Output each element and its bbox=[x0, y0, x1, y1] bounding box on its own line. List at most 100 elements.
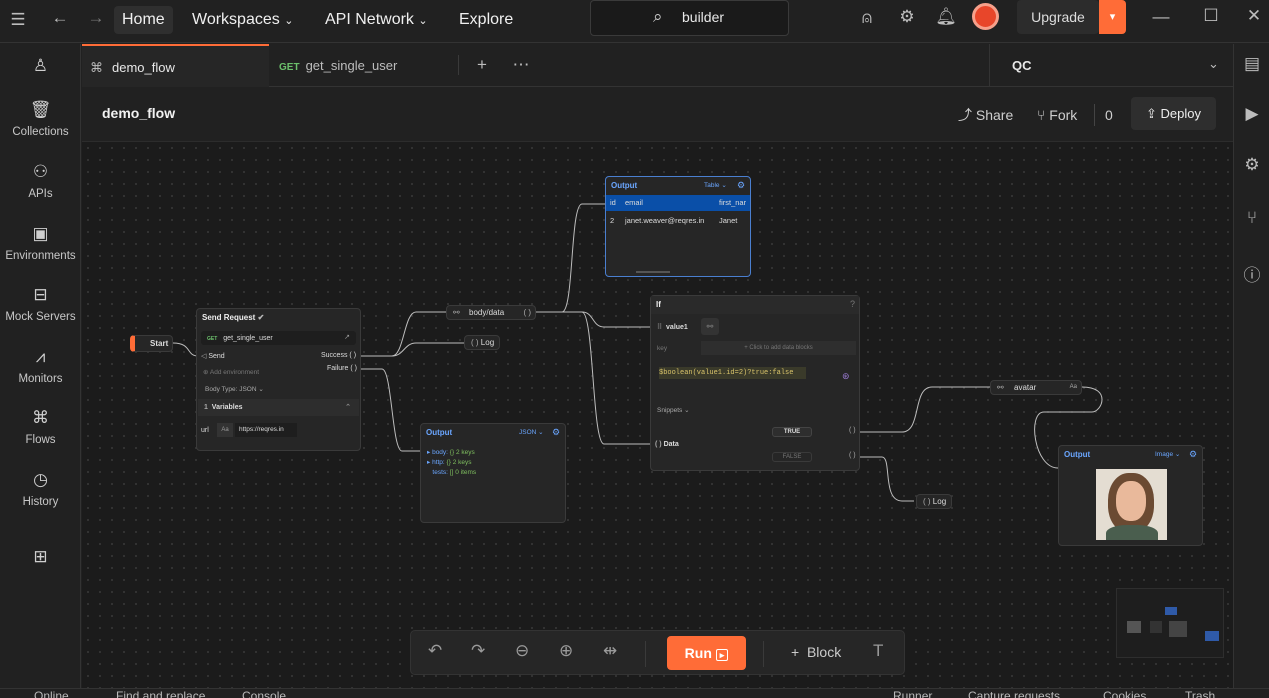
undo-icon[interactable]: ↶ bbox=[428, 641, 442, 661]
settings-icon[interactable]: ⚙ bbox=[1242, 155, 1262, 175]
add-block-button[interactable]: + Block bbox=[791, 644, 841, 660]
sidebar-item-history[interactable]: ◷ History bbox=[0, 470, 81, 508]
success-port[interactable]: Success ( ) bbox=[321, 352, 356, 359]
if-block[interactable]: If ? ⠿ value1 ⚯ key + Click to add data … bbox=[650, 295, 860, 471]
log-block[interactable]: ( ) Log bbox=[464, 335, 500, 350]
menu-icon[interactable]: ☰ bbox=[8, 10, 28, 30]
output-mode-select[interactable]: Table ⌄ bbox=[704, 181, 727, 189]
capture-requests-button[interactable]: Capture requests bbox=[968, 689, 1060, 698]
console-button[interactable]: Console bbox=[242, 689, 286, 698]
settings-icon[interactable]: ⚙ bbox=[737, 180, 745, 191]
output-mode-select[interactable]: JSON ⌄ bbox=[519, 428, 544, 436]
trash-button[interactable]: Trash bbox=[1185, 689, 1215, 698]
add-apps-icon[interactable]: ⊞ bbox=[0, 547, 81, 573]
request-selector[interactable]: GET get_single_user ↗ bbox=[201, 331, 356, 345]
click-add-data-blocks[interactable]: + Click to add data blocks bbox=[701, 341, 856, 355]
profile-icon[interactable]: ♙ bbox=[0, 56, 81, 82]
nav-api-network[interactable]: API Network ⌄ bbox=[317, 6, 436, 34]
text-tool-icon[interactable]: T bbox=[873, 641, 883, 661]
invite-user-icon[interactable]: ⍝ bbox=[856, 8, 878, 28]
zoom-out-icon[interactable]: ⊖ bbox=[515, 641, 529, 661]
settings-gear-icon[interactable]: ⚙ bbox=[896, 7, 918, 27]
cookies-button[interactable]: Cookies bbox=[1103, 689, 1146, 698]
minimap[interactable] bbox=[1116, 588, 1224, 658]
sidebar-item-monitors[interactable]: ⩘ Monitors bbox=[0, 347, 81, 385]
search-input[interactable]: ⌕ builder bbox=[590, 0, 789, 36]
fork-icon[interactable]: ⑂ bbox=[1242, 208, 1262, 228]
body-type-select[interactable]: Body Type: JSON ⌄ bbox=[205, 385, 264, 393]
flow-canvas[interactable]: Start Send Request ✔ GET get_single_user … bbox=[82, 142, 1233, 689]
forward-arrow-icon[interactable]: → bbox=[86, 8, 106, 28]
fit-view-icon[interactable]: ⇹ bbox=[603, 641, 617, 661]
sidebar-item-collections[interactable]: 🗑︎ Collections bbox=[0, 100, 81, 138]
share-button[interactable]: ⤴ Share bbox=[958, 102, 1013, 128]
info-icon[interactable]: ⓘ bbox=[1242, 261, 1262, 286]
variables-section[interactable]: 1 Variables ⌃ bbox=[198, 399, 359, 416]
tab-get-single-user[interactable]: GET get_single_user bbox=[270, 44, 460, 87]
value1-input[interactable]: ⠿ value1 bbox=[657, 323, 688, 331]
json-line[interactable]: ▸ http: {} 2 keys bbox=[427, 458, 476, 468]
output-mode-select[interactable]: Image ⌄ bbox=[1155, 450, 1180, 458]
run-panel-icon[interactable]: ▶ bbox=[1242, 104, 1262, 124]
runner-button[interactable]: Runner bbox=[893, 689, 932, 698]
json-line[interactable]: ▸ body: {} 2 keys bbox=[427, 448, 476, 458]
output-table-block[interactable]: Output Table ⌄ ⚙ id email first_nar 2 ja… bbox=[605, 176, 751, 277]
failure-port[interactable]: Failure ( ) bbox=[327, 365, 357, 372]
notification-bell-icon[interactable]: 🔔︎ bbox=[935, 7, 957, 27]
more-options-icon[interactable]: ⋯ bbox=[510, 55, 532, 75]
tab-demo-flow[interactable]: ⌘ demo_flow bbox=[82, 44, 269, 87]
zoom-in-icon[interactable]: ⊕ bbox=[559, 641, 573, 661]
flows-icon: ⌘ bbox=[32, 408, 49, 427]
close-icon[interactable]: ✕ bbox=[1243, 6, 1265, 26]
documentation-icon[interactable]: ▤ bbox=[1242, 54, 1262, 74]
back-arrow-icon[interactable]: ← bbox=[50, 8, 70, 28]
fork-button[interactable]: ⑂ Fork bbox=[1037, 102, 1077, 128]
link-icon[interactable]: ⚯ bbox=[701, 318, 719, 335]
variable-key: url bbox=[201, 427, 209, 434]
environment-select[interactable]: QC ⌄ bbox=[990, 44, 1233, 87]
divider bbox=[1094, 104, 1095, 126]
help-icon[interactable]: ? bbox=[850, 299, 855, 309]
sidebar-item-environments[interactable]: ▣ Environments bbox=[0, 224, 81, 262]
new-tab-icon[interactable]: + bbox=[472, 55, 492, 75]
nav-home[interactable]: Home bbox=[114, 6, 173, 34]
settings-icon[interactable]: ⚙ bbox=[1189, 449, 1197, 460]
online-status[interactable]: Online bbox=[34, 689, 69, 698]
select-block-body-data[interactable]: ⚯ body/data ( ) bbox=[446, 305, 536, 320]
scrollbar[interactable] bbox=[636, 271, 670, 273]
deploy-button[interactable]: ⇪ Deploy bbox=[1131, 97, 1216, 130]
output-json-block[interactable]: Output JSON ⌄ ⚙ ▸ body: {} 2 keys ▸ http… bbox=[420, 423, 566, 523]
send-port[interactable]: ◁ Send bbox=[201, 352, 225, 360]
nav-explore[interactable]: Explore bbox=[451, 6, 521, 34]
redo-icon[interactable]: ↷ bbox=[471, 641, 485, 661]
sidebar-item-flows[interactable]: ⌘ Flows bbox=[0, 408, 81, 446]
maximize-icon[interactable]: ☐ bbox=[1200, 6, 1222, 26]
ai-assist-icon[interactable]: ⊛ bbox=[842, 371, 850, 382]
link-icon: ⚯ bbox=[453, 308, 460, 317]
variable-value[interactable]: https://reqres.in bbox=[235, 423, 297, 437]
add-environment-link[interactable]: ⊕ Add environment bbox=[203, 368, 259, 376]
variable-type[interactable]: Aa bbox=[217, 423, 233, 437]
snippets-select[interactable]: Snippets ⌄ bbox=[657, 406, 690, 414]
minimize-icon[interactable]: — bbox=[1150, 7, 1172, 27]
settings-icon[interactable]: ⚙ bbox=[552, 427, 560, 438]
send-request-block[interactable]: Send Request ✔ GET get_single_user ↗ ◁ Se… bbox=[196, 308, 361, 451]
data-port[interactable]: ( ) Data bbox=[655, 441, 679, 448]
log-block[interactable]: ( ) Log bbox=[916, 494, 952, 509]
chevron-down-icon: ⌄ bbox=[284, 15, 294, 27]
open-request-icon[interactable]: ↗ bbox=[344, 331, 350, 345]
avatar[interactable] bbox=[972, 3, 999, 30]
fql-expression[interactable]: $boolean(value1.id=2)?true:false bbox=[659, 367, 806, 379]
upgrade-dropdown-icon[interactable]: ▾ bbox=[1099, 0, 1126, 34]
select-block-avatar[interactable]: ⚯ avatar Aa bbox=[990, 380, 1082, 395]
sidebar-item-mock-servers[interactable]: ⊟ Mock Servers bbox=[0, 285, 81, 323]
sidebar-item-apis[interactable]: ⚇ APIs bbox=[0, 162, 81, 200]
run-button[interactable]: Run ▸ bbox=[667, 636, 746, 670]
true-port[interactable]: ( ) bbox=[849, 427, 856, 434]
false-port[interactable]: ( ) bbox=[849, 452, 856, 459]
output-image-block[interactable]: Output Image ⌄ ⚙ bbox=[1058, 445, 1203, 546]
find-replace-button[interactable]: Find and replace bbox=[116, 689, 205, 698]
nav-workspaces[interactable]: Workspaces ⌄ bbox=[184, 6, 301, 34]
upgrade-button[interactable]: Upgrade bbox=[1017, 0, 1099, 34]
start-block[interactable]: Start bbox=[130, 335, 173, 352]
